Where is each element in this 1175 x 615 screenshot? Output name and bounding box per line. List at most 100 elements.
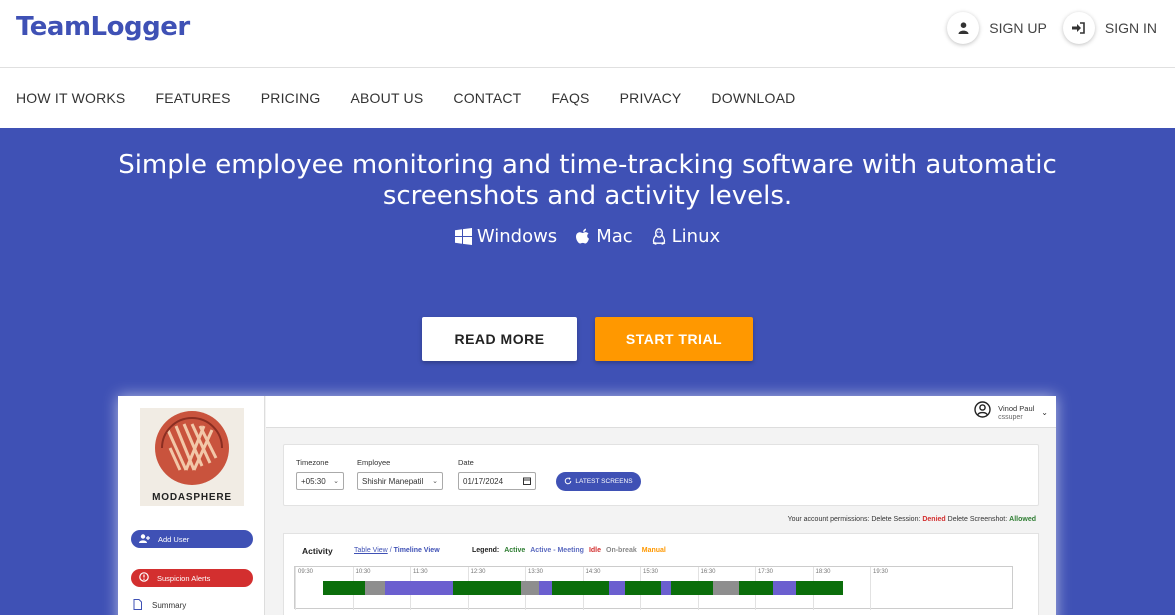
timeline-tick-label: 12:30 [470,569,486,575]
nav-privacy[interactable]: PRIVACY [620,90,682,106]
user-name: Vinod Paul [998,403,1035,413]
legend-idle: Idle [588,547,601,554]
timeline-tick-label: 19:30 [873,569,889,575]
timeline-view-link[interactable]: Timeline View [394,547,440,554]
date-label: Date [458,458,474,467]
teamlogger-logo[interactable]: TeamLogger [16,12,190,42]
delete-screenshot-status: Allowed [1009,516,1036,523]
modasphere-logo: MODASPHERE [140,408,244,506]
table-view-link[interactable]: Table View [354,547,388,554]
add-user-icon [139,533,150,545]
delete-session-label: Delete Session: [871,516,921,523]
timeline-tick-label: 16:30 [700,569,716,575]
timeline-segment-active[interactable] [796,581,843,595]
user-role: cssuper [998,413,1023,421]
filter-panel: Timezone +05:30 ⌄ Employee Shishir Manep… [283,444,1039,506]
user-icon [947,12,980,44]
suspicion-alerts-label: Suspicion Alerts [157,573,211,583]
nav-about-us[interactable]: ABOUT US [350,90,423,106]
timeline-segment-break[interactable] [364,581,386,595]
timeline-segment-meeting[interactable] [609,581,625,595]
timeline-tick-label: 17:30 [758,569,774,575]
platform-mac: Mac [575,226,633,247]
sign-in-button[interactable]: SIGN IN [1062,12,1157,44]
nav-pricing[interactable]: PRICING [261,90,321,106]
linux-label: Linux [671,226,721,247]
timeline-segment-break[interactable] [520,581,539,595]
refresh-icon [564,476,572,487]
timeline-segment-active[interactable] [739,581,773,595]
timeline-segment-active[interactable] [453,581,521,595]
activity-legend: Legend: Active Active - Meeting Idle On-… [472,547,666,554]
sign-up-button[interactable]: SIGN UP [947,12,1047,44]
user-menu[interactable]: Vinod Paul cssuper ⌄ [974,401,1048,423]
legend-meeting: Active - Meeting [530,547,584,554]
timeline-segment-meeting[interactable] [385,581,453,595]
apple-icon [576,228,590,243]
timeline-segment-active[interactable] [671,581,713,595]
legend-manual: Manual [641,547,666,554]
account-icon [974,401,991,423]
summary-label: Summary [152,601,187,610]
user-info: Vinod Paul cssuper [998,404,1034,421]
legend-active: Active [504,547,526,554]
chevron-down-icon: ⌄ [1041,407,1048,417]
timeline-tick: 09:30 [295,567,313,610]
platform-list: Windows Mac Linux [0,226,1175,247]
sign-in-icon [1062,12,1095,44]
timeline-segment-meeting[interactable] [538,581,552,595]
read-more-button[interactable]: READ MORE [422,317,577,361]
timeline-tick: 19:30 [870,567,888,610]
timeline-tick-label: 14:30 [585,569,601,575]
nav-contact[interactable]: CONTACT [453,90,521,106]
legend-on-break: On-break [606,547,637,554]
date-value: 01/17/2024 [463,476,504,486]
latest-screens-button[interactable]: LATEST SCREENS [556,472,641,491]
timeline-segment-active[interactable] [551,581,609,595]
activity-timeline[interactable]: 09:30 10:30 11:30 12:30 13:30 14:30 15:30 16:30… [294,566,1013,610]
top-header: TeamLogger SIGN UP SIGN IN [0,0,1175,68]
timeline-tick-label: 09:30 [298,569,314,575]
cta-buttons: READ MORE START TRIAL [0,317,1175,361]
chevron-down-icon: ⌄ [432,478,438,485]
legend-title: Legend: [472,547,500,554]
add-user-label: Add User [158,534,190,544]
nav-how-it-works[interactable]: HOW IT WORKS [16,90,125,106]
activity-panel: Activity Table View / Timeline View Lege… [283,533,1039,615]
alert-icon [139,572,149,584]
timezone-value: +05:30 [301,476,326,486]
platform-linux: Linux [651,226,721,247]
start-trial-button[interactable]: START TRIAL [595,317,753,361]
sign-in-label: SIGN IN [1104,20,1157,36]
employee-select[interactable]: Shishir Manepatil ⌄ [357,472,443,490]
employee-value: Shishir Manepatil [362,476,424,486]
sidebar-item-summary[interactable]: Summary [133,599,186,612]
view-separator: / [389,547,392,554]
headline-line-1: Simple employee monitoring and time-trac… [118,150,1057,180]
timeline-segment-active[interactable] [624,581,661,595]
timeline-segment-meeting[interactable] [661,581,672,595]
activity-title: Activity [302,546,333,556]
windows-label: Windows [476,226,558,247]
timeline-tick-label: 11:30 [413,569,428,575]
add-user-button[interactable]: Add User [131,530,253,548]
timezone-select[interactable]: +05:30 ⌄ [296,472,344,490]
timeline-segment-meeting[interactable] [772,581,797,595]
headline-line-2: screenshots and activity levels. [382,181,793,211]
timeline-segment-active[interactable] [323,581,365,595]
date-input[interactable]: 01/17/2024 [458,472,536,490]
nav-download[interactable]: DOWNLOAD [711,90,795,106]
timeline-segment-break[interactable] [713,581,739,595]
hero-headline: Simple employee monitoring and time-trac… [0,150,1175,212]
timeline-tick-label: 13:30 [528,569,544,575]
nav-features[interactable]: FEATURES [155,90,230,106]
document-icon [133,599,142,612]
view-switcher: Table View / Timeline View [354,547,440,554]
permissions-prefix: Your account permissions: [787,516,870,523]
suspicion-alerts-button[interactable]: Suspicion Alerts [131,569,253,587]
nav-faqs[interactable]: FAQS [551,90,589,106]
delete-screenshot-label: Delete Screenshot: [947,516,1008,523]
timeline-tick-label: 10:30 [355,569,371,575]
latest-screens-label: LATEST SCREENS [575,478,633,485]
calendar-icon[interactable] [523,477,531,487]
